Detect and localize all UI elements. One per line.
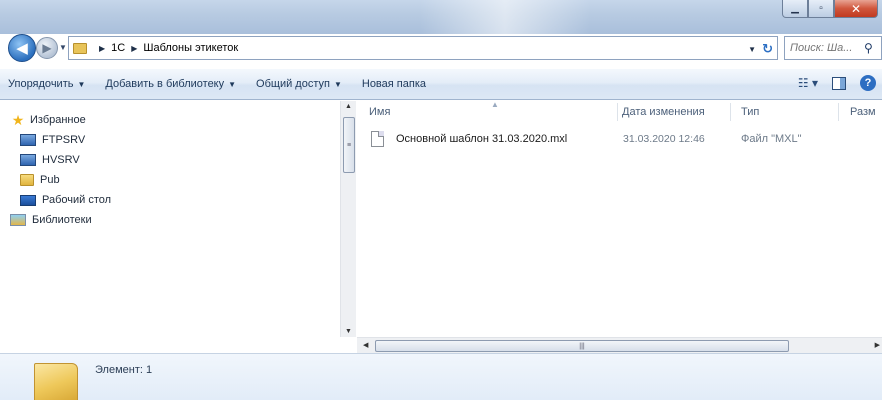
sidebar-item-pub[interactable]: Pub (10, 170, 111, 190)
back-arrow-icon[interactable]: ◀ (8, 34, 36, 62)
details-pane: Элемент: 1 (0, 353, 882, 400)
folder-icon (34, 363, 78, 400)
chevron-right-icon[interactable]: ▶ (99, 44, 105, 53)
sort-ascending-icon: ▲ (491, 100, 499, 109)
share-button[interactable]: Общий доступ ▼ (246, 78, 352, 90)
horizontal-scrollbar[interactable]: ◀ ||| ▶ (357, 337, 882, 353)
command-bar-right: ☷ ▾ ? (798, 75, 876, 91)
network-computer-icon (20, 154, 36, 166)
command-bar: Упорядочить ▼ Добавить в библиотеку ▼ Общи… (0, 68, 882, 100)
item-count: Элемент: 1 (95, 364, 153, 376)
scroll-down-icon[interactable]: ▼ (345, 328, 352, 335)
chevron-down-icon: ▼ (228, 80, 237, 89)
title-glass-highlight (420, 0, 590, 34)
column-date-modified[interactable]: Дата изменения (622, 106, 705, 118)
chevron-down-icon: ▼ (333, 80, 342, 89)
address-actions: ▼ ↻ (748, 41, 773, 57)
scrollbar-corner (340, 337, 357, 353)
column-name[interactable]: Имя (369, 106, 390, 118)
library-icon (10, 214, 26, 226)
folder-icon (73, 42, 87, 54)
scroll-right-icon[interactable]: ▶ (875, 341, 880, 349)
minimize-button[interactable]: ▁ (782, 0, 808, 18)
sidebar-item-ftpsrv[interactable]: FTPSRV (10, 130, 111, 150)
chevron-down-icon: ▼ (77, 80, 86, 89)
close-button[interactable]: ✕ (834, 0, 878, 18)
breadcrumb-1c[interactable]: 1С (111, 42, 125, 54)
navigation-tree: ★ Избранное FTPSRV HVSRV Pub Рабочий сто… (10, 107, 111, 230)
scroll-up-icon[interactable]: ▲ (345, 103, 352, 110)
scroll-thumb[interactable]: ||| (375, 340, 789, 352)
column-type[interactable]: Тип (741, 106, 759, 118)
column-header: Имя ▲ Дата изменения Тип Разм (357, 100, 882, 123)
change-view-icon[interactable]: ☷ ▾ (798, 76, 818, 90)
preview-pane-icon[interactable] (832, 76, 846, 90)
new-folder-button[interactable]: Новая папка (352, 78, 436, 90)
column-divider[interactable] (617, 103, 618, 121)
desktop-icon (20, 194, 36, 206)
maximize-button[interactable]: ▫ (808, 0, 834, 18)
scroll-thumb[interactable]: ≡ (343, 117, 355, 173)
sidebar-item-label: Рабочий стол (42, 194, 112, 206)
recent-pages-dropdown[interactable]: ▼ (59, 43, 67, 52)
sidebar-item-label: Pub (40, 174, 60, 186)
network-computer-icon (20, 134, 36, 146)
file-date-modified: 31.03.2020 12:46 (623, 133, 705, 145)
navigation-scrollbar[interactable]: ▲ ≡ ▼ (340, 101, 356, 337)
forward-arrow-icon[interactable]: ▶ (36, 37, 58, 59)
column-divider[interactable] (730, 103, 731, 121)
refresh-icon[interactable]: ↻ (762, 41, 773, 57)
column-size[interactable]: Разм (850, 106, 876, 118)
sidebar-item-libraries[interactable]: Библиотеки (10, 210, 111, 230)
address-bar[interactable]: ▶ 1С ▶ Шаблоны этикеток ▼ ↻ (68, 36, 778, 60)
caption-buttons: ▁ ▫ ✕ (782, 0, 878, 20)
file-type: Файл "MXL" (741, 133, 802, 145)
address-history-dropdown[interactable]: ▼ (748, 45, 756, 54)
search-icon[interactable]: ⚲ (864, 41, 873, 55)
help-icon[interactable]: ? (860, 75, 876, 91)
sidebar-item-label: HVSRV (42, 154, 80, 166)
file-row[interactable]: Основной шаблон 31.03.2020.mxl 31.03.202… (371, 130, 871, 150)
title-bar: ▁ ▫ ✕ (0, 0, 882, 34)
star-icon: ★ (11, 111, 25, 128)
add-to-library-label: Добавить в библиотеку (105, 78, 225, 90)
navigation-pane: ★ Избранное FTPSRV HVSRV Pub Рабочий сто… (0, 101, 355, 337)
file-name: Основной шаблон 31.03.2020.mxl (396, 133, 568, 145)
sidebar-item-label: FTPSRV (42, 134, 86, 146)
sidebar-item-label: Избранное (30, 114, 86, 126)
sidebar-item-desktop[interactable]: Рабочий стол (10, 190, 111, 210)
explorer-window: ▁ ▫ ✕ ◀ ▶ ▼ ▶ 1С ▶ Шаблоны этикеток ▼ ↻ … (0, 0, 882, 400)
organize-button[interactable]: Упорядочить ▼ (0, 78, 95, 90)
scroll-left-icon[interactable]: ◀ (363, 341, 368, 349)
share-label: Общий доступ (256, 78, 330, 90)
document-icon (371, 131, 384, 147)
sidebar-item-hvsrv[interactable]: HVSRV (10, 150, 111, 170)
breadcrumb-templates[interactable]: Шаблоны этикеток (143, 42, 238, 54)
chevron-right-icon[interactable]: ▶ (131, 44, 137, 53)
search-box[interactable]: ⚲ (784, 36, 882, 60)
organize-label: Упорядочить (8, 78, 74, 90)
sidebar-item-favorites[interactable]: ★ Избранное (10, 110, 111, 130)
sidebar-item-label: Библиотеки (32, 214, 92, 226)
file-list: Имя ▲ Дата изменения Тип Разм Основной ш… (357, 100, 882, 337)
search-input[interactable] (790, 42, 862, 54)
folder-icon (20, 174, 34, 186)
column-divider[interactable] (838, 103, 839, 121)
add-to-library-button[interactable]: Добавить в библиотеку ▼ (95, 78, 246, 90)
